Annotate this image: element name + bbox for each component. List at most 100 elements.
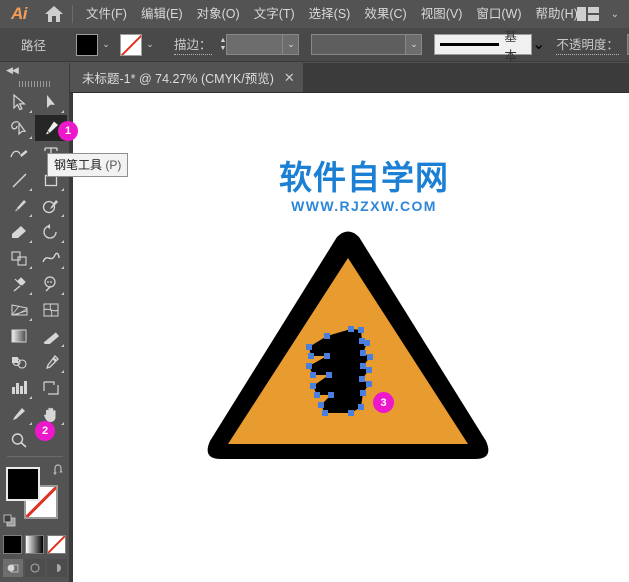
measure-tool[interactable]	[35, 323, 67, 349]
step-badge-2: 2	[35, 421, 55, 441]
free-transform-tool[interactable]	[3, 271, 35, 297]
stroke-style-combo[interactable]: ⌄	[311, 34, 423, 55]
artboard[interactable]: 软件自学网 WWW.RJZXW.COM	[73, 93, 629, 582]
home-icon[interactable]	[38, 0, 70, 28]
none-mode-button[interactable]	[47, 535, 66, 554]
toolbar-grip-icon[interactable]	[0, 78, 69, 89]
eraser-tool[interactable]	[3, 219, 35, 245]
menu-divider	[72, 5, 73, 23]
watermark: 软件自学网 WWW.RJZXW.COM	[279, 158, 449, 215]
drawing-mode-row	[0, 559, 69, 577]
fill-stroke-controls	[0, 461, 70, 531]
selection-tool[interactable]	[3, 89, 35, 115]
menu-item-select[interactable]: 选择(S)	[302, 0, 358, 28]
opacity-label: 不透明度：	[556, 34, 619, 55]
tool-flyout-indicator	[29, 240, 32, 243]
swap-fill-stroke-icon[interactable]	[52, 463, 66, 477]
stroke-profile-label: 基本	[504, 29, 517, 63]
canvas-area[interactable]: 软件自学网 WWW.RJZXW.COM	[70, 93, 629, 582]
control-options-bar: 路径 ⌄ ⌄ 描边： ▲▼ ⌄ ⌄ 基本 ⌄ 不透明度： 10	[0, 28, 629, 63]
color-mode-row	[0, 535, 69, 554]
step-badge-3: 3	[373, 392, 394, 413]
menu-item-effect[interactable]: 效果(C)	[357, 0, 413, 28]
workspace-switcher-icon[interactable]	[577, 0, 599, 28]
gradient-mode-button[interactable]	[25, 535, 44, 554]
fill-color-swatch[interactable]	[6, 467, 40, 501]
fill-swatch[interactable]	[76, 33, 99, 56]
curvature-tool[interactable]	[3, 141, 35, 167]
menu-item-window[interactable]: 窗口(W)	[469, 0, 528, 28]
stroke-caret-icon[interactable]: ⌄	[142, 34, 158, 56]
draw-normal-button[interactable]	[2, 559, 23, 577]
direct-selection-tool[interactable]	[35, 89, 67, 115]
illustrator-window: Ai 文件(F) 编辑(E) 对象(O) 文字(T) 选择(S) 效果(C) 视…	[0, 0, 629, 582]
tooltip-label: 钢笔工具	[54, 158, 103, 172]
collapse-left-icon[interactable]: ◀◀	[0, 63, 69, 78]
tool-flyout-indicator	[61, 292, 64, 295]
close-icon[interactable]: ✕	[284, 70, 295, 86]
stroke-weight-input[interactable]	[226, 34, 283, 55]
draw-behind-button[interactable]	[24, 559, 45, 577]
width-tool[interactable]	[35, 245, 67, 271]
tool-flyout-indicator	[61, 422, 64, 425]
menu-item-file[interactable]: 文件(F)	[79, 0, 134, 28]
tool-flyout-indicator	[29, 266, 32, 269]
tool-flyout-indicator	[61, 214, 64, 217]
workspace-caret-icon[interactable]: ⌄	[611, 9, 619, 20]
rotate-tool[interactable]	[35, 219, 67, 245]
menu-item-edit[interactable]: 编辑(E)	[134, 0, 190, 28]
stroke-weight-caret-icon[interactable]: ⌄	[282, 34, 300, 55]
shape-builder-tool[interactable]	[35, 271, 67, 297]
stroke-weight-combo[interactable]: ⌄	[226, 34, 300, 55]
default-fill-stroke-icon[interactable]	[3, 514, 18, 529]
tool-flyout-indicator	[61, 188, 64, 191]
paintbrush-tool[interactable]	[3, 193, 35, 219]
magic-wand-tool[interactable]	[3, 115, 35, 141]
stroke-profile-preview-icon	[440, 43, 500, 46]
stroke-style-input[interactable]	[311, 34, 406, 55]
tools-panel: ◀◀	[0, 63, 70, 582]
scale-tool[interactable]	[3, 245, 35, 271]
perspective-grid-tool[interactable]	[3, 297, 35, 323]
tool-flyout-indicator	[61, 266, 64, 269]
stroke-profile-dropdown[interactable]: 基本	[434, 30, 532, 63]
fill-caret-icon[interactable]: ⌄	[98, 34, 114, 56]
menu-item-type[interactable]: 文字(T)	[247, 0, 302, 28]
eyedropper-tool[interactable]	[35, 349, 67, 375]
tool-flyout-indicator	[61, 110, 64, 113]
zoom-tool[interactable]	[3, 427, 35, 453]
stroke-swatch[interactable]	[120, 33, 143, 56]
tool-flyout-indicator	[29, 422, 32, 425]
stroke-profile-caret-icon[interactable]: ⌄	[532, 34, 545, 55]
toolbar-divider	[6, 456, 63, 457]
tool-flyout-indicator	[61, 370, 64, 373]
tool-flyout-indicator	[29, 188, 32, 191]
line-segment-tool[interactable]	[3, 167, 35, 193]
mesh-tool[interactable]	[35, 297, 67, 323]
app-logo: Ai	[11, 4, 28, 23]
menu-item-object[interactable]: 对象(O)	[190, 0, 247, 28]
slice-tool[interactable]	[3, 401, 35, 427]
gradient-tool[interactable]	[3, 323, 35, 349]
tool-flyout-indicator	[61, 240, 64, 243]
artboard-tool[interactable]	[35, 375, 67, 401]
color-mode-button[interactable]	[3, 535, 22, 554]
stroke-weight-stepper[interactable]: ▲ ▼	[220, 34, 227, 56]
watermark-chinese: 软件自学网	[279, 158, 449, 197]
tool-flyout-indicator	[29, 136, 32, 139]
tool-flyout-indicator	[29, 318, 32, 321]
column-graph-tool[interactable]	[3, 375, 35, 401]
step-badge-1: 1	[58, 121, 78, 141]
menu-item-view[interactable]: 视图(V)	[414, 0, 470, 28]
blend-tool[interactable]	[3, 349, 35, 375]
document-tab-bar: 未标题-1* @ 74.27% (CMYK/预览) ✕	[70, 63, 629, 93]
selection-context-label: 路径	[21, 39, 47, 53]
stroke-style-caret-icon[interactable]: ⌄	[405, 34, 423, 55]
tool-grid	[0, 89, 70, 453]
shaper-tool[interactable]	[35, 193, 67, 219]
warning-triangle-artwork[interactable]	[203, 223, 493, 473]
watermark-url: WWW.RJZXW.COM	[291, 198, 437, 214]
tool-flyout-indicator	[29, 292, 32, 295]
document-tab[interactable]: 未标题-1* @ 74.27% (CMYK/预览) ✕	[70, 63, 303, 92]
draw-inside-button[interactable]	[46, 559, 67, 577]
